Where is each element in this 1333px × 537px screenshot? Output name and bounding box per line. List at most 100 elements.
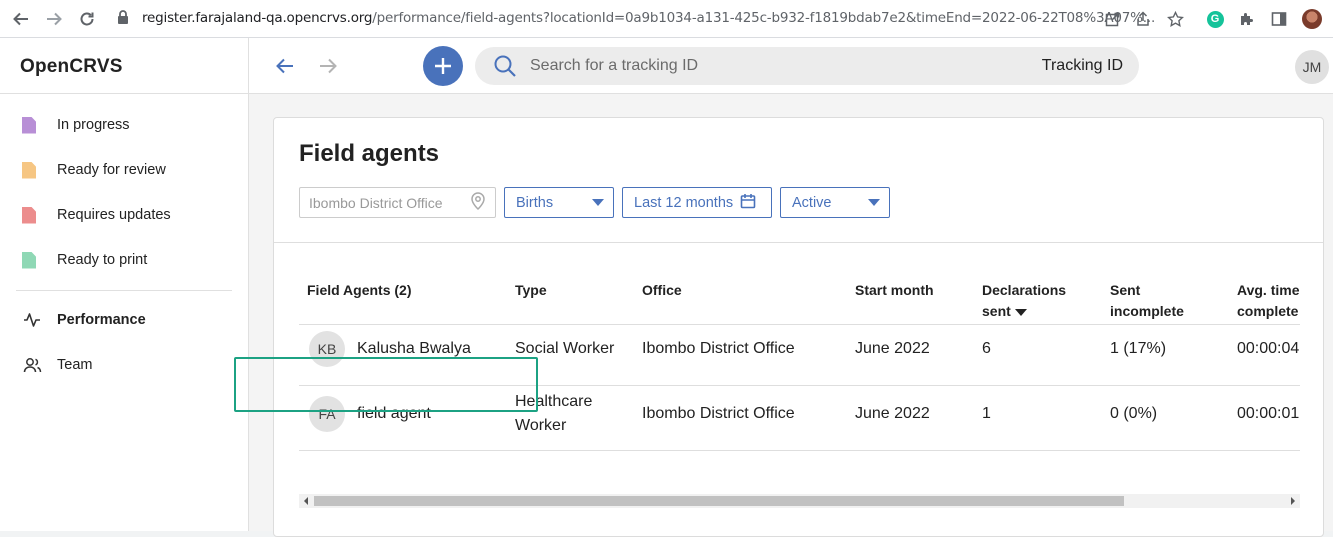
browser-reload-icon[interactable] bbox=[76, 8, 98, 30]
field-agents-table: Field Agents (2) Type Office Start month… bbox=[299, 267, 1300, 460]
bookmark-star-icon[interactable] bbox=[1166, 8, 1184, 30]
column-header-start-month[interactable]: Start month bbox=[855, 280, 934, 301]
profile-avatar-icon[interactable] bbox=[1301, 8, 1323, 30]
status-select[interactable]: Active bbox=[780, 187, 890, 218]
search-bar[interactable]: Search for a tracking ID Tracking ID bbox=[475, 47, 1139, 85]
column-header-agent[interactable]: Field Agents (2) bbox=[307, 280, 412, 301]
agent-name[interactable]: field agent bbox=[357, 402, 431, 426]
scroll-left-icon[interactable] bbox=[304, 497, 308, 505]
extensions-puzzle-icon[interactable] bbox=[1238, 8, 1256, 30]
event-value: Births bbox=[516, 194, 554, 211]
new-declaration-button[interactable] bbox=[423, 46, 463, 86]
address-bar[interactable]: register.farajaland-qa.opencrvs.org/perf… bbox=[142, 10, 1155, 26]
app-brand: OpenCRVS bbox=[20, 56, 123, 77]
avatar: FA bbox=[309, 396, 345, 432]
location-picker[interactable]: Ibombo District Office bbox=[299, 187, 496, 218]
browser-forward-icon[interactable] bbox=[43, 8, 65, 30]
user-avatar[interactable]: JM bbox=[1295, 50, 1329, 84]
agent-type-line: Healthcare bbox=[515, 393, 593, 410]
declarations-sent: 6 bbox=[982, 340, 991, 357]
location-pin-icon bbox=[470, 192, 486, 213]
column-header-type[interactable]: Type bbox=[515, 280, 547, 301]
row-divider bbox=[299, 450, 1300, 451]
scrollbar-thumb[interactable] bbox=[314, 496, 1124, 506]
filter-bar: Ibombo District Office Births Last 12 mo… bbox=[299, 187, 890, 218]
card-divider bbox=[274, 242, 1323, 243]
document-icon bbox=[22, 116, 36, 134]
agent-name[interactable]: Kalusha Bwalya bbox=[357, 337, 471, 361]
horizontal-scrollbar[interactable] bbox=[299, 494, 1300, 508]
column-header-declarations[interactable]: Declarations sent bbox=[982, 280, 1066, 322]
sidebar-item-label: Performance bbox=[57, 312, 146, 328]
app-root: OpenCRVS In progress Ready for review Re… bbox=[0, 38, 1333, 537]
document-icon bbox=[22, 206, 36, 224]
lock-icon[interactable] bbox=[117, 10, 131, 26]
column-header-sent-incomplete[interactable]: Sent incomplete bbox=[1110, 280, 1184, 322]
browser-back-icon[interactable] bbox=[10, 8, 32, 30]
agent-type: Healthcare Worker bbox=[515, 390, 592, 438]
sidebar-item-label: Team bbox=[57, 357, 93, 373]
sidebar-item-team[interactable]: Team bbox=[22, 351, 232, 379]
status-value: Active bbox=[792, 194, 832, 211]
document-icon bbox=[22, 251, 36, 269]
column-header-avg-time[interactable]: Avg. time complete bbox=[1237, 280, 1300, 322]
header-line: incomplete bbox=[1110, 303, 1184, 319]
row-divider bbox=[299, 385, 1300, 386]
side-panel-icon[interactable] bbox=[1270, 8, 1288, 30]
start-month: June 2022 bbox=[855, 405, 930, 422]
back-arrow-icon[interactable] bbox=[273, 54, 297, 78]
page-title: Field agents bbox=[299, 140, 440, 167]
location-value: Ibombo District Office bbox=[309, 194, 443, 211]
search-icon bbox=[493, 54, 517, 78]
period-picker[interactable]: Last 12 months bbox=[622, 187, 772, 218]
header-line: complete bbox=[1237, 303, 1299, 319]
avg-time: 00:00:01 bbox=[1237, 405, 1300, 422]
header-line: Avg. time bbox=[1237, 282, 1300, 298]
search-input[interactable]: Search for a tracking ID bbox=[530, 57, 1042, 75]
agent-office: Ibombo District Office bbox=[642, 340, 795, 357]
start-month: June 2022 bbox=[855, 340, 930, 357]
search-type-selector[interactable]: Tracking ID bbox=[1042, 57, 1123, 75]
chevron-down-icon bbox=[592, 199, 604, 206]
event-select[interactable]: Births bbox=[504, 187, 614, 218]
document-icon bbox=[22, 161, 36, 179]
scroll-right-icon[interactable] bbox=[1291, 497, 1295, 505]
sent-incomplete: 0 (0%) bbox=[1110, 405, 1158, 422]
avatar: KB bbox=[309, 331, 345, 367]
sort-down-icon bbox=[1014, 308, 1027, 316]
header-line: Declarations bbox=[982, 282, 1067, 298]
browser-toolbar: register.farajaland-qa.opencrvs.org/perf… bbox=[0, 0, 1333, 38]
url-path: /performance/field-agents?locationId=0a9… bbox=[372, 10, 1156, 26]
sidebar-item-ready-for-review[interactable]: Ready for review bbox=[22, 156, 232, 184]
avg-time: 00:00:04 bbox=[1237, 340, 1300, 357]
agent-type-line: Worker bbox=[515, 417, 567, 434]
period-value: Last 12 months bbox=[634, 194, 734, 211]
declarations-sent: 1 bbox=[982, 405, 991, 422]
sidebar: OpenCRVS In progress Ready for review Re… bbox=[0, 38, 249, 531]
sent-incomplete: 1 (17%) bbox=[1110, 340, 1167, 357]
forward-arrow-icon[interactable] bbox=[316, 54, 340, 78]
header-line: Sent bbox=[1110, 282, 1141, 298]
users-icon bbox=[22, 355, 42, 375]
chevron-down-icon bbox=[868, 199, 880, 206]
sidebar-divider bbox=[0, 93, 249, 94]
sidebar-item-requires-updates[interactable]: Requires updates bbox=[22, 201, 232, 229]
activity-icon bbox=[22, 310, 42, 330]
sidebar-item-label: Ready for review bbox=[57, 162, 166, 178]
top-bar: Search for a tracking ID Tracking ID JM bbox=[249, 38, 1333, 94]
sidebar-item-in-progress[interactable]: In progress bbox=[22, 111, 232, 139]
agent-office: Ibombo District Office bbox=[642, 405, 795, 422]
sidebar-item-performance[interactable]: Performance bbox=[22, 306, 232, 334]
sidebar-item-ready-to-print[interactable]: Ready to print bbox=[22, 246, 232, 274]
plus-icon bbox=[435, 58, 451, 74]
agent-type: Social Worker bbox=[515, 340, 615, 357]
grammarly-icon[interactable]: G bbox=[1206, 8, 1224, 30]
open-in-app-icon[interactable] bbox=[1103, 8, 1121, 30]
share-icon[interactable] bbox=[1134, 8, 1152, 30]
column-header-office[interactable]: Office bbox=[642, 280, 682, 301]
field-agents-card: Field agents Ibombo District Office Birt… bbox=[273, 117, 1324, 537]
header-line: sent bbox=[982, 303, 1011, 319]
row-divider bbox=[299, 324, 1300, 325]
sidebar-item-label: Requires updates bbox=[57, 207, 171, 223]
sidebar-divider bbox=[16, 290, 232, 291]
